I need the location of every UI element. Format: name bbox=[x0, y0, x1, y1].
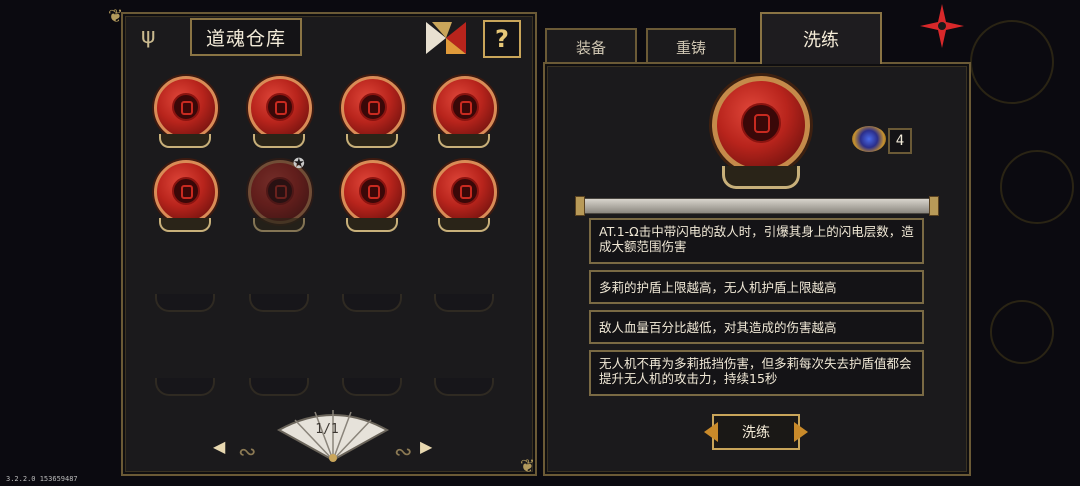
refine-item-count: 4 bbox=[888, 128, 912, 154]
trident-icon: ψ bbox=[141, 24, 156, 49]
empty-slot[interactable] bbox=[434, 378, 494, 396]
corner-ornament-icon: ❦ bbox=[108, 6, 124, 27]
next-page-arrow[interactable]: ▶ bbox=[420, 437, 432, 456]
scroll-divider bbox=[575, 196, 939, 216]
soul-orb-icon bbox=[248, 76, 312, 140]
soul-orb-icon bbox=[154, 160, 218, 224]
soul-orb-icon bbox=[154, 76, 218, 140]
corner-ornament-icon: ❦ bbox=[520, 456, 536, 477]
soul-orb-icon bbox=[341, 160, 405, 224]
selected-soul-orb-icon bbox=[712, 76, 810, 174]
soul-orb-slot[interactable] bbox=[151, 74, 218, 154]
soul-orb-slot[interactable] bbox=[430, 74, 497, 154]
background-ring bbox=[990, 300, 1054, 364]
soul-orb-icon bbox=[433, 76, 497, 140]
page-indicator: 1/1 bbox=[315, 422, 339, 437]
red-shuriken-icon bbox=[920, 4, 964, 48]
empty-slot[interactable] bbox=[249, 378, 309, 396]
soul-orb-icon bbox=[341, 76, 405, 140]
version-label: 3.2.2.0 153659487 bbox=[6, 475, 78, 483]
empty-slot[interactable] bbox=[342, 294, 402, 312]
soul-orb-slot[interactable] bbox=[338, 74, 405, 154]
scroll-ornament-icon: ∾ bbox=[238, 440, 257, 465]
warehouse-title: 道魂仓库 bbox=[190, 18, 302, 56]
affix-line[interactable]: 多莉的护盾上限越高，无人机护盾上限越高 bbox=[589, 270, 924, 304]
tab-equip[interactable]: 装备 bbox=[545, 28, 637, 64]
soul-orb-slot[interactable] bbox=[430, 158, 497, 238]
help-button[interactable]: ? bbox=[483, 20, 521, 58]
background-ring bbox=[970, 20, 1054, 104]
scroll-ornament-icon: ∾ bbox=[394, 440, 413, 465]
prev-page-arrow[interactable]: ◀ bbox=[213, 437, 225, 456]
soul-orb-icon bbox=[433, 160, 497, 224]
background-ring bbox=[1000, 150, 1074, 224]
empty-slot[interactable] bbox=[155, 294, 215, 312]
soul-orb-slot[interactable] bbox=[338, 158, 405, 238]
orb-stand bbox=[722, 166, 800, 189]
affix-line[interactable]: 敌人血量百分比越低，对其造成的伤害越高 bbox=[589, 310, 924, 344]
star-icon: ✪ bbox=[293, 156, 305, 172]
empty-slot[interactable] bbox=[342, 378, 402, 396]
tab-refine[interactable]: 洗练 bbox=[760, 12, 882, 64]
empty-slot[interactable] bbox=[434, 294, 494, 312]
soul-orb-slot[interactable] bbox=[245, 74, 312, 154]
empty-slot[interactable] bbox=[155, 378, 215, 396]
tangram-logo-icon bbox=[426, 22, 466, 54]
affix-line[interactable]: AT.1-Ω击中带闪电的敌人时，引爆其身上的闪电层数，造成大额范围伤害 bbox=[589, 218, 924, 264]
soul-orb-slot[interactable] bbox=[151, 158, 218, 238]
refine-eye-icon bbox=[852, 126, 886, 152]
tab-reforge[interactable]: 重铸 bbox=[646, 28, 736, 64]
affix-line[interactable]: 无人机不再为多莉抵挡伤害，但多莉每次失去护盾值都会提升无人机的攻击力，持续15秒 bbox=[589, 350, 924, 396]
empty-slot[interactable] bbox=[249, 294, 309, 312]
refine-button[interactable]: 洗练 bbox=[712, 414, 800, 450]
